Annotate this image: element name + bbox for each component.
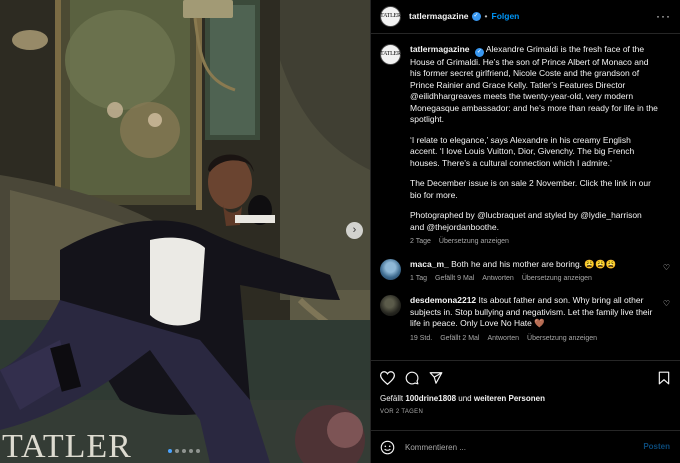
- post-actions: Gefällt 100drine1808 und weiteren Person…: [371, 360, 680, 430]
- comment-username[interactable]: desdemona2212: [410, 295, 476, 305]
- caption-paragraph: Alexandre Grimaldi is the fresh face of …: [410, 44, 658, 125]
- emoji-smiley-icon[interactable]: [380, 440, 395, 455]
- translate-link[interactable]: Übersetzung anzeigen: [439, 237, 509, 246]
- comment-time[interactable]: 1 Tag: [410, 274, 427, 283]
- avatar-logo-text: TATLER: [380, 51, 401, 58]
- comment-item: maca_m_ Both he and his mother are borin…: [380, 258, 670, 284]
- verified-icon: ✓: [474, 48, 484, 57]
- reply-link[interactable]: Antworten: [487, 334, 519, 343]
- comment-text: Both he and his mother are boring. 😩😩😩: [451, 258, 617, 269]
- carousel-next-button[interactable]: ›: [346, 222, 363, 239]
- reply-link[interactable]: Antworten: [482, 274, 514, 283]
- likes-connector: und: [456, 394, 474, 403]
- post-modal: › TATLER TATLER tatlermagazine ✓ • Folge…: [0, 0, 680, 463]
- comment-like-heart-icon[interactable]: ♡: [663, 299, 670, 310]
- header-username[interactable]: tatlermagazine: [409, 11, 469, 22]
- comment-input[interactable]: [405, 442, 644, 452]
- avatar[interactable]: TATLER: [380, 6, 401, 27]
- post-caption: TATLER tatlermagazine ✓ Alexandre Grimal…: [380, 44, 670, 247]
- like-heart-icon[interactable]: [380, 371, 395, 385]
- translate-link[interactable]: Übersetzung anzeigen: [527, 334, 597, 343]
- avatar[interactable]: [380, 295, 401, 317]
- caption-time[interactable]: 2 Tage: [410, 237, 431, 246]
- bookmark-icon[interactable]: [658, 371, 670, 385]
- carousel-dot[interactable]: [182, 449, 186, 453]
- comment-time[interactable]: 19 Std.: [410, 334, 432, 343]
- carousel-dot[interactable]: [168, 449, 172, 453]
- caption-paragraph: ‘I relate to elegance,’ says Alexandre i…: [410, 134, 635, 168]
- tatler-watermark: TATLER: [2, 428, 132, 463]
- caption-paragraph: Photographed by @lucbraquet and styled b…: [410, 210, 642, 232]
- comment-username[interactable]: maca_m_: [410, 259, 449, 269]
- likes-prefix: Gefällt: [380, 394, 406, 403]
- post-header: TATLER tatlermagazine ✓ • Folgen ···: [371, 0, 680, 34]
- post-timestamp[interactable]: VOR 2 TAGEN: [380, 408, 670, 416]
- likes-summary[interactable]: Gefällt 100drine1808 und weiteren Person…: [380, 394, 670, 405]
- comment-bubble-icon[interactable]: [405, 371, 419, 385]
- follow-button[interactable]: Folgen: [492, 11, 520, 22]
- avatar[interactable]: TATLER: [380, 44, 401, 65]
- more-options-icon[interactable]: ···: [656, 8, 671, 24]
- translate-link[interactable]: Übersetzung anzeigen: [522, 274, 592, 283]
- avatar[interactable]: [380, 258, 401, 280]
- carousel-dots: [168, 449, 200, 453]
- carousel-dot[interactable]: [175, 449, 179, 453]
- caption-paragraph: The December issue is on sale 2 November…: [410, 178, 651, 200]
- verified-icon: ✓: [471, 12, 481, 21]
- share-send-icon[interactable]: [429, 371, 443, 385]
- post-photo: [0, 0, 370, 463]
- post-side-panel: TATLER tatlermagazine ✓ • Folgen ··· TAT…: [370, 0, 680, 463]
- post-media[interactable]: › TATLER: [0, 0, 370, 463]
- carousel-dot[interactable]: [189, 449, 193, 453]
- avatar-logo-text: TATLER: [380, 13, 401, 20]
- caption-username[interactable]: tatlermagazine: [410, 44, 470, 54]
- carousel-dot[interactable]: [196, 449, 200, 453]
- comment-item: desdemona2212 Its about father and son. …: [380, 295, 670, 343]
- comment-likes[interactable]: Gefällt 9 Mal: [435, 274, 474, 283]
- likes-others[interactable]: weiteren Personen: [474, 394, 545, 403]
- comment-likes[interactable]: Gefällt 2 Mal: [440, 334, 479, 343]
- likes-username[interactable]: 100drine1808: [405, 394, 456, 403]
- comments-list[interactable]: TATLER tatlermagazine ✓ Alexandre Grimal…: [371, 34, 680, 360]
- header-separator: •: [484, 10, 488, 21]
- add-comment-bar: Posten: [371, 430, 680, 463]
- post-comment-button[interactable]: Posten: [643, 442, 670, 453]
- comment-like-heart-icon[interactable]: ♡: [663, 263, 670, 274]
